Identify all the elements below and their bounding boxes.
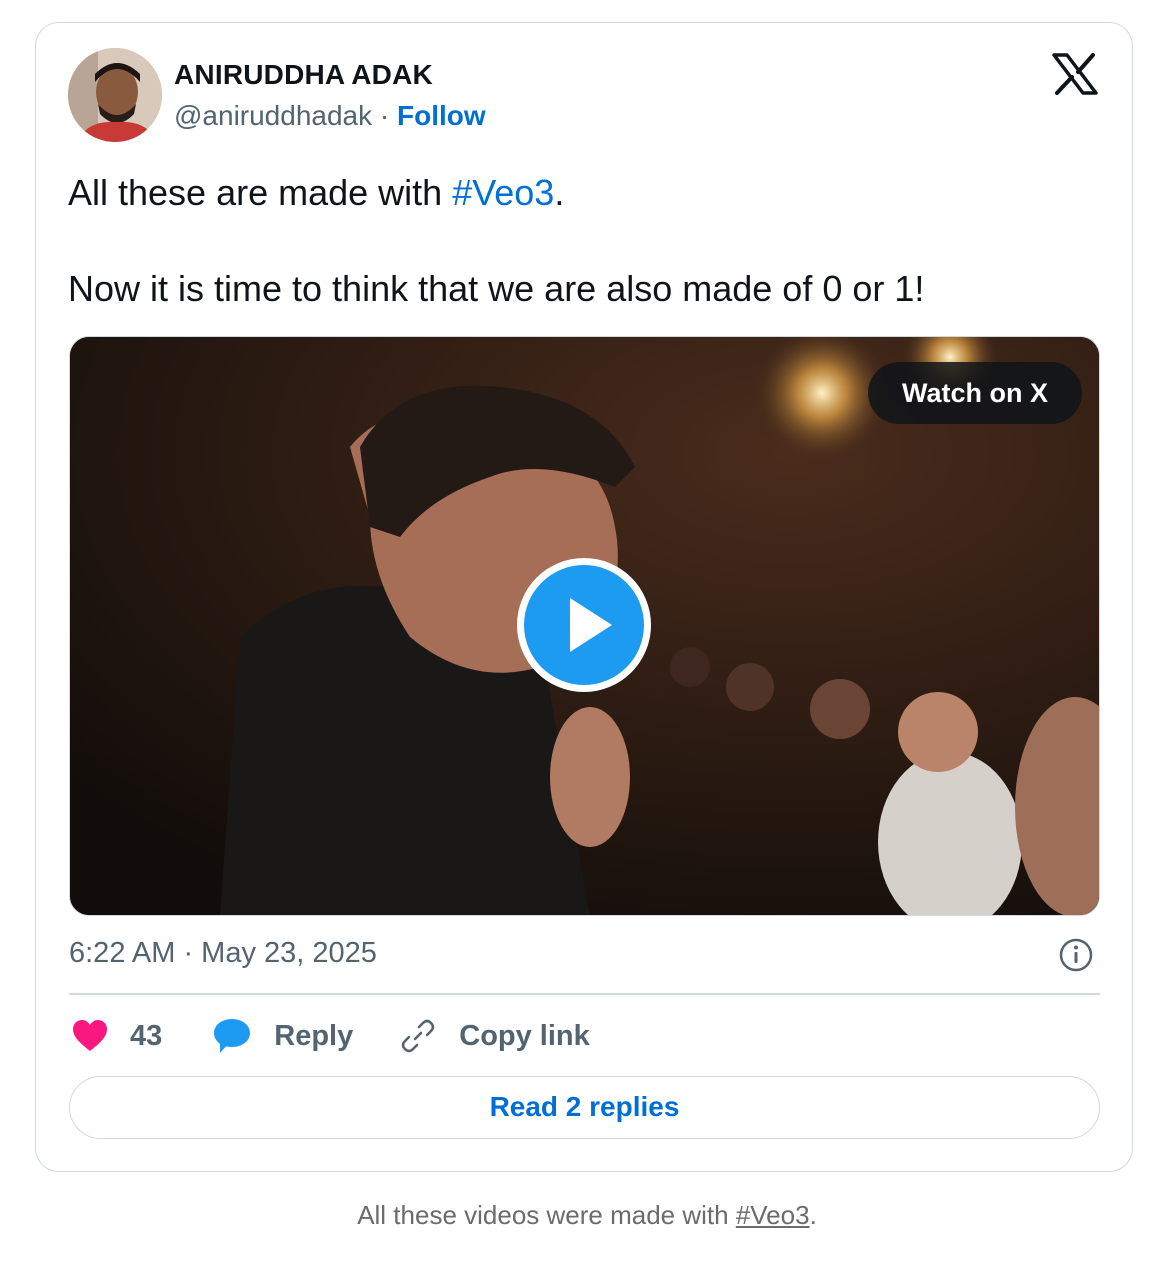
like-button[interactable]: 43 <box>72 1016 162 1056</box>
caption-hashtag-link[interactable]: #Veo3 <box>736 1200 810 1230</box>
copy-link-label: Copy link <box>459 1020 590 1052</box>
tweet-line-2: Now it is time to think that we are also… <box>68 268 925 309</box>
tweet-text: All these are made with #Veo3. Now it is… <box>68 169 1098 313</box>
avatar-photo <box>68 48 162 142</box>
copy-link-button[interactable]: Copy link <box>399 1016 590 1056</box>
x-logo-icon[interactable] <box>1052 53 1098 95</box>
reply-label: Reply <box>274 1020 354 1052</box>
caption-text-end: . <box>809 1200 817 1230</box>
tweet-text-segment: All these are made with <box>68 172 453 213</box>
tweet-text-segment: . <box>554 172 565 213</box>
link-icon <box>402 1019 435 1053</box>
author-handle[interactable]: @aniruddhadak <box>174 100 372 131</box>
tweet-timestamp[interactable]: 6:22 AM · May 23, 2025 <box>69 933 377 973</box>
tweet-line-1: All these are made with #Veo3. <box>68 169 1098 217</box>
reply-button[interactable]: Reply <box>212 1016 353 1056</box>
follow-link[interactable]: Follow <box>397 100 486 131</box>
meta-separator: · <box>379 100 390 131</box>
info-icon[interactable] <box>1058 937 1094 973</box>
tweet-actions: 43 Reply Copy link <box>72 1013 590 1059</box>
video-thumbnail[interactable]: Watch on X <box>69 336 1100 916</box>
divider <box>69 993 1100 995</box>
play-button[interactable] <box>517 558 651 692</box>
hashtag-link[interactable]: #Veo3 <box>452 172 554 213</box>
heart-icon <box>73 1020 107 1051</box>
author-name[interactable]: ANIRUDDHA ADAK <box>174 57 486 93</box>
read-replies-button[interactable]: Read 2 replies <box>69 1076 1100 1139</box>
author-meta: @aniruddhadak · Follow <box>174 98 486 134</box>
watch-on-x-button[interactable]: Watch on X <box>868 362 1082 424</box>
tweet-embed-card: ANIRUDDHA ADAK @aniruddhadak · Follow Al… <box>35 22 1133 1172</box>
reply-bubble-icon <box>214 1019 251 1053</box>
play-icon <box>570 598 612 652</box>
caption-text: All these videos were made with <box>357 1200 736 1230</box>
embed-caption: All these videos were made with #Veo3. <box>0 1197 1174 1233</box>
avatar[interactable] <box>68 48 162 142</box>
author-block: ANIRUDDHA ADAK @aniruddhadak · Follow <box>174 57 486 134</box>
like-count: 43 <box>130 1020 163 1052</box>
